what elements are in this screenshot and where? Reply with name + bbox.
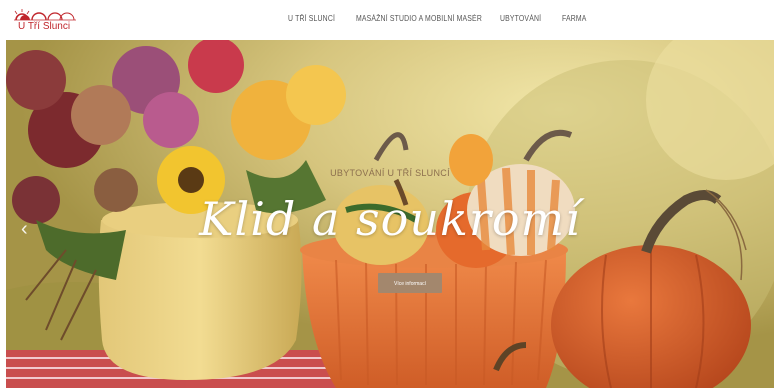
nav-item-u-tri-slunci[interactable]: U TŘÍ SLUNCÍ — [288, 14, 335, 23]
nav-item-ubytovani[interactable]: UBYTOVÁNÍ — [500, 14, 541, 23]
three-suns-logo-icon — [14, 9, 76, 21]
hero-title: Klid a soukromí — [199, 192, 581, 246]
more-info-button[interactable]: Více informací — [378, 273, 442, 293]
nav-item-masazni-studio[interactable]: MASÁŽNÍ STUDIO A MOBILNÍ MASÉR — [356, 14, 482, 23]
hero-subtitle: UBYTOVÁNÍ U TŘÍ SLUNCÍ — [330, 168, 450, 178]
top-navigation-bar: U Tří Slunci U TŘÍ SLUNCÍ MASÁŽNÍ STUDIO… — [0, 0, 774, 40]
logo-text: U Tří Slunci — [18, 21, 71, 32]
site-logo[interactable]: U Tří Slunci — [12, 8, 78, 34]
nav-item-farma[interactable]: FARMA — [562, 14, 587, 23]
hero-slider: ‹ UBYTOVÁNÍ U TŘÍ SLUNCÍ Klid a soukromí… — [6, 40, 774, 388]
